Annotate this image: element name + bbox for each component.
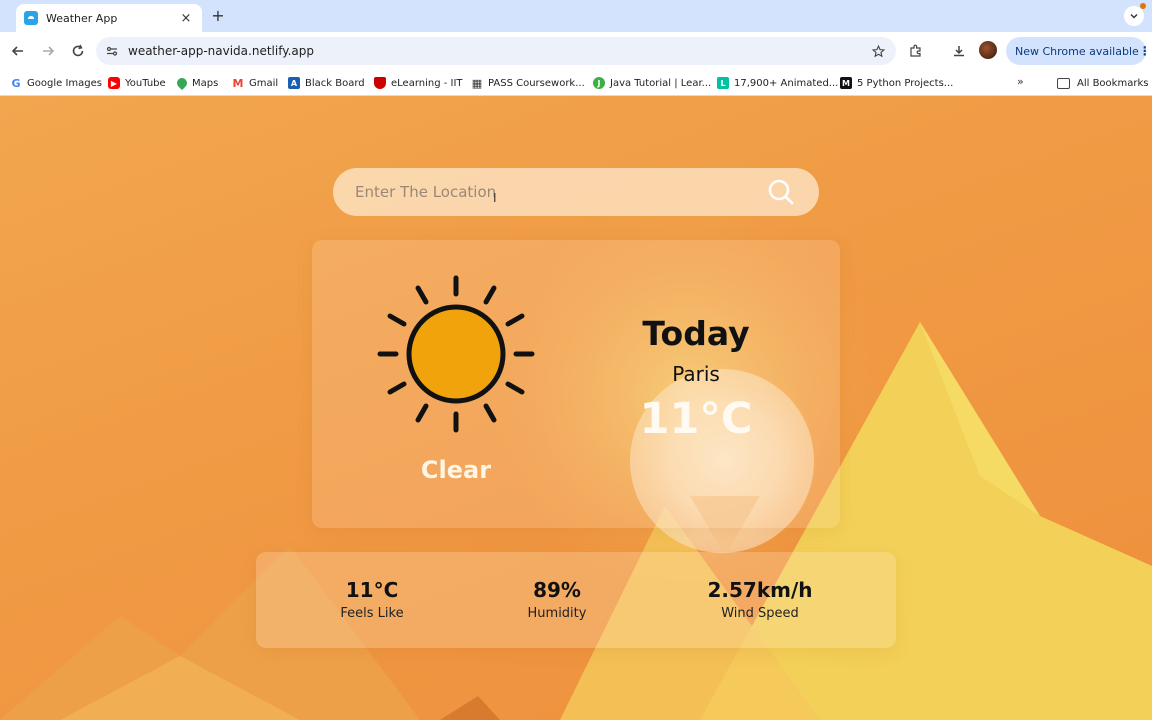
bookmark-label: 5 Python Projects... [857, 77, 954, 89]
bookmark-animated[interactable]: L 17,900+ Animated... [717, 75, 838, 91]
weather-favicon-icon [24, 11, 38, 25]
search-button[interactable] [765, 176, 797, 208]
download-icon[interactable] [949, 41, 969, 61]
search-bar [333, 168, 819, 216]
extensions-icon[interactable] [906, 41, 926, 61]
tab-title: Weather App [46, 11, 118, 25]
text-cursor-icon: I [493, 191, 497, 205]
wind-speed-value: 2.57km/h [707, 578, 813, 602]
wind-speed-stat: 2.57km/h Wind Speed [670, 578, 850, 621]
weather-app-page: I Clear Today Paris 11°C 11°C Feels Like… [0, 96, 1152, 720]
gmail-icon: M [232, 76, 244, 90]
url-text[interactable]: weather-app-navida.netlify.app [128, 44, 868, 58]
bookmarks-overflow-icon[interactable]: » [1017, 75, 1024, 88]
reload-button[interactable] [64, 37, 92, 65]
temperature: 11°C [639, 394, 753, 444]
feels-like-value: 11°C [345, 578, 399, 602]
new-chrome-available-button[interactable]: New Chrome available ⋮ [1006, 37, 1151, 65]
site-info-icon[interactable] [104, 43, 120, 59]
tab-weather-app[interactable]: Weather App × [16, 4, 202, 32]
bookmark-star-icon[interactable] [868, 41, 888, 61]
update-label: New Chrome available [1015, 44, 1139, 58]
bookmarks-bar: G Google Images ▶ YouTube Maps M Gmail A… [0, 70, 1152, 96]
day-label: Today [642, 314, 750, 353]
bookmark-java-tutorial[interactable]: J Java Tutorial | Lear... [593, 75, 711, 91]
all-bookmarks-label: All Bookmarks [1077, 77, 1149, 89]
all-bookmarks-button[interactable]: All Bookmarks [1057, 75, 1148, 91]
notification-dot [1140, 3, 1146, 9]
bookmark-label: YouTube [125, 77, 166, 89]
humidity-stat: 89% Humidity [467, 578, 647, 621]
grid-icon: ▦ [471, 76, 483, 90]
bookmark-label: Gmail [249, 77, 279, 89]
new-tab-button[interactable]: + [208, 6, 228, 26]
folder-icon [1057, 77, 1070, 89]
search-icon [768, 179, 794, 205]
bookmark-black-board[interactable]: A Black Board [288, 75, 365, 91]
feels-like-stat: 11°C Feels Like [282, 578, 462, 621]
lottie-icon: L [717, 77, 729, 89]
iit-shield-icon [374, 77, 386, 89]
bookmark-youtube[interactable]: ▶ YouTube [108, 75, 166, 91]
bookmark-label: Google Images [27, 77, 102, 89]
bookmark-label: 17,900+ Animated... [734, 77, 839, 89]
back-button[interactable] [4, 37, 32, 65]
profile-avatar[interactable] [979, 41, 997, 59]
bookmark-label: PASS Coursework... [488, 77, 585, 89]
tab-search-button[interactable] [1124, 6, 1144, 26]
city-name: Paris [672, 362, 720, 386]
sun-icon [377, 275, 535, 433]
location-search-input[interactable] [355, 183, 765, 201]
bookmark-label: eLearning - IIT [391, 77, 463, 89]
browser-toolbar: weather-app-navida.netlify.app New Chrom… [0, 32, 1152, 70]
menu-icon[interactable]: ⋮ [1139, 44, 1151, 58]
address-bar[interactable]: weather-app-navida.netlify.app [96, 37, 896, 65]
blackboard-icon: A [288, 77, 300, 89]
tab-close-icon[interactable]: × [178, 11, 194, 26]
google-icon: G [10, 76, 22, 90]
bookmark-gmail[interactable]: M Gmail [232, 75, 278, 91]
bookmark-label: Black Board [305, 77, 365, 89]
arrow-right-icon [43, 46, 55, 56]
weather-condition: Clear [420, 456, 492, 484]
humidity-value: 89% [533, 578, 581, 602]
arrow-left-icon [11, 46, 23, 56]
bookmark-label: Java Tutorial | Lear... [610, 77, 712, 89]
bookmark-label: Maps [192, 77, 219, 89]
bookmark-pass-coursework[interactable]: ▦ PASS Coursework... [471, 75, 585, 91]
feels-like-label: Feels Like [340, 606, 404, 621]
reload-icon [72, 44, 84, 57]
bookmark-maps[interactable]: Maps [174, 75, 219, 91]
bookmark-python-projects[interactable]: M 5 Python Projects... [840, 75, 953, 91]
maps-pin-icon [174, 75, 190, 91]
bookmark-google-images[interactable]: G Google Images [10, 75, 102, 91]
bookmark-elearning-iit[interactable]: eLearning - IIT [374, 75, 463, 91]
humidity-label: Humidity [527, 606, 587, 621]
forward-button[interactable] [34, 37, 62, 65]
chevron-down-icon [1130, 14, 1138, 19]
youtube-icon: ▶ [108, 77, 120, 89]
wind-speed-label: Wind Speed [721, 606, 799, 621]
medium-icon: M [840, 77, 852, 89]
java-icon: J [593, 77, 605, 89]
tab-strip: Weather App × + [0, 0, 1152, 32]
